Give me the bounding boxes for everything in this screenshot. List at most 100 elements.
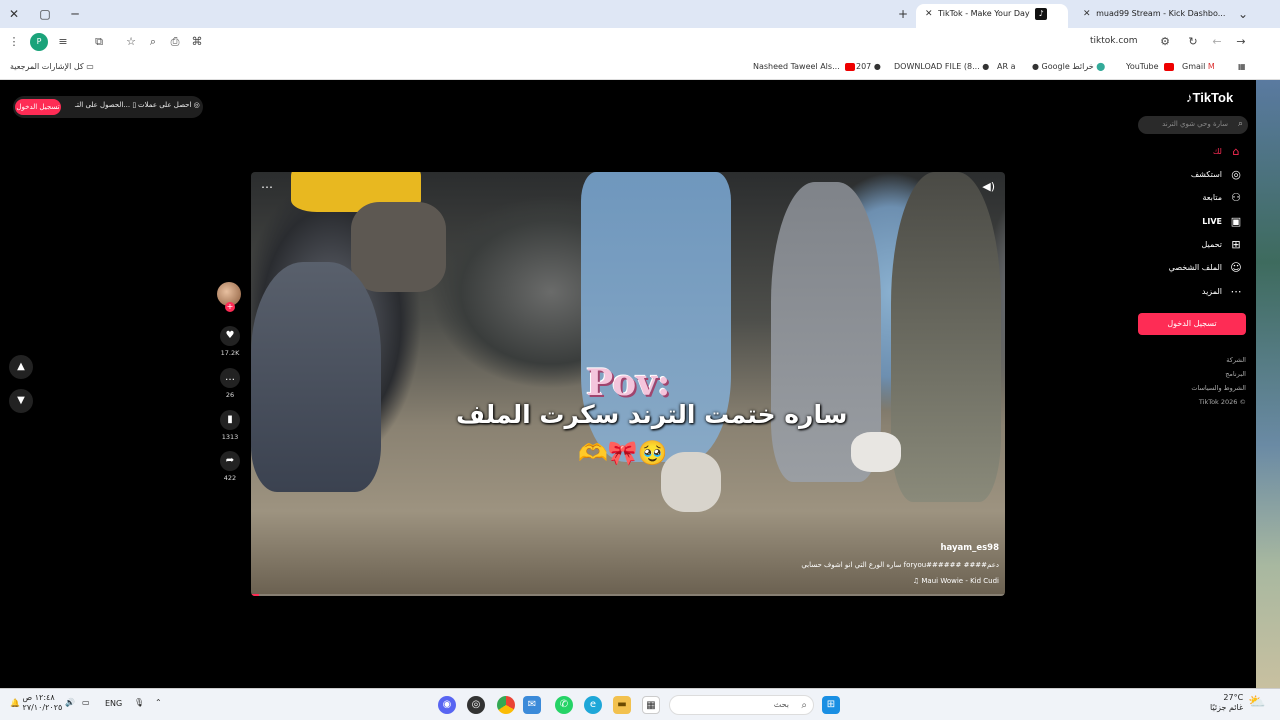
bookmark-207[interactable]: 207 ●: [856, 62, 881, 71]
nav-live[interactable]: LIVE ▣: [1130, 214, 1246, 232]
bookmark-nasheed[interactable]: Nasheed Taweel Als...: [753, 62, 856, 71]
share-count: 422: [223, 474, 237, 482]
video-progress-fill: [251, 594, 259, 596]
extensions-icon[interactable]: ⧉: [90, 33, 108, 51]
tab-tiktok[interactable]: ✕ TikTok - Make Your Day ♪: [916, 4, 1068, 28]
footer-program-link[interactable]: البرنامج: [1225, 370, 1246, 378]
whatsapp-icon[interactable]: ✆: [555, 696, 573, 714]
bookmark-gmail[interactable]: Gmail M: [1182, 62, 1215, 71]
all-bookmarks[interactable]: كل الإشارات المرجعية ▭: [10, 62, 94, 71]
language-indicator[interactable]: ENG: [105, 699, 122, 708]
volume-icon[interactable]: ◀): [982, 180, 995, 193]
heart-icon[interactable]: ♥: [220, 326, 240, 346]
store-icon[interactable]: ▦: [642, 696, 660, 714]
menu-icon[interactable]: ⋮: [5, 33, 23, 51]
video-author[interactable]: hayam_es98: [940, 543, 999, 553]
search-icon[interactable]: ⌕: [1238, 119, 1243, 129]
zoom-icon[interactable]: ⌕: [144, 33, 162, 51]
site-settings-icon[interactable]: ⚙: [1156, 33, 1174, 51]
footer-copyright: TikTok 2026 ©: [1198, 398, 1246, 406]
share-icon[interactable]: ➦: [220, 451, 240, 471]
network-tray-icon[interactable]: ▭: [82, 698, 90, 707]
share-action[interactable]: ➦ 422: [215, 451, 245, 482]
reload-icon[interactable]: ↻: [1184, 33, 1202, 51]
close-tab-icon[interactable]: ✕: [1083, 4, 1091, 24]
address-bar[interactable]: tiktok.com: [1090, 36, 1138, 46]
close-tab-icon[interactable]: ✕: [925, 4, 933, 24]
taskbar-search[interactable]: بحث ⌕: [669, 695, 814, 715]
bookmark-google-maps[interactable]: ● Google خرائط ⬤: [1032, 62, 1105, 71]
tab-search-button[interactable]: ⌄: [1232, 4, 1254, 24]
search-placeholder: سارة وحي شوي الترند: [1162, 120, 1228, 128]
globe-icon: ●: [982, 62, 990, 71]
maps-pin-icon: ⬤: [1096, 62, 1106, 71]
back-icon[interactable]: →: [1232, 33, 1250, 51]
apps-icon[interactable]: ▦: [1238, 62, 1246, 71]
signup-small-button[interactable]: تسجيل الدخول: [15, 99, 61, 115]
previous-video-button[interactable]: ▲: [9, 355, 33, 379]
clock-time: ١٢:٤٨ ص: [22, 693, 55, 702]
gmail-icon: M: [1207, 62, 1215, 71]
footer-terms-link[interactable]: الشروط والسياسات: [1191, 384, 1246, 392]
install-app-icon[interactable]: ⎙: [166, 33, 184, 51]
tab-kick[interactable]: ✕ muad99 Stream - Kick Dashbo... K: [1074, 4, 1226, 28]
nav-for-you[interactable]: لك ⌂: [1130, 144, 1246, 162]
get-app-button[interactable]: الحصول على التـ... ▯: [75, 101, 136, 109]
upload-icon: ⊞: [1231, 238, 1241, 251]
folder-icon: ▭: [86, 62, 94, 71]
microphone-icon[interactable]: 🎙: [134, 698, 144, 707]
bookmark-youtube[interactable]: YouTube: [1126, 62, 1175, 71]
follow-plus-icon[interactable]: +: [225, 302, 235, 312]
forward-icon[interactable]: ←: [1208, 33, 1226, 51]
weather-widget[interactable]: 27°C غائم جزئيًا: [1210, 693, 1243, 713]
start-windows-icon[interactable]: ⊞: [822, 696, 840, 714]
maximize-window-button[interactable]: ▢: [34, 4, 56, 24]
home-icon: ⌂: [1232, 145, 1240, 158]
browser-tab-bar: ✕ ▢ ─ + ✕ TikTok - Make Your Day ♪ ✕ mua…: [0, 0, 1280, 28]
like-action[interactable]: ♥ 17.2K: [215, 326, 245, 357]
video-progress-bar[interactable]: [251, 594, 1005, 596]
edge-icon[interactable]: e: [584, 696, 602, 714]
search-input[interactable]: سارة وحي شوي الترند ⌕: [1138, 116, 1248, 134]
nav-following[interactable]: متابعة ⚇: [1130, 190, 1246, 208]
nav-upload[interactable]: تحميل ⊞: [1130, 237, 1246, 255]
compass-icon: ◎: [1231, 168, 1241, 181]
video-frame-detail: [851, 432, 901, 472]
nav-profile[interactable]: الملف الشخصي ☺: [1130, 260, 1246, 278]
bookmark-ar[interactable]: AR a: [997, 62, 1015, 71]
tiktok-logo[interactable]: ♪TikTok: [1186, 90, 1233, 105]
minimize-window-button[interactable]: ─: [64, 4, 86, 24]
login-button[interactable]: تسجيل الدخول: [1138, 313, 1246, 335]
tab-groups-icon[interactable]: ≡: [54, 33, 72, 51]
video-more-options-icon[interactable]: ⋯: [261, 180, 273, 194]
close-window-button[interactable]: ✕: [3, 4, 25, 24]
comment-count: 26: [225, 391, 235, 399]
nav-more[interactable]: المزيد ⋯: [1130, 284, 1246, 302]
volume-tray-icon[interactable]: 🔊: [65, 698, 75, 707]
discord-icon[interactable]: ◉: [438, 696, 456, 714]
file-explorer-icon[interactable]: ▬: [613, 696, 631, 714]
chat-app-icon[interactable]: ✉: [523, 696, 541, 714]
profile-avatar-icon[interactable]: P: [30, 33, 48, 51]
obs-icon[interactable]: ◎: [467, 696, 485, 714]
video-music[interactable]: ♫ Maui Wowie - Kid Cudi: [913, 577, 999, 585]
translate-icon[interactable]: ⌘: [188, 33, 206, 51]
comment-icon[interactable]: …: [220, 368, 240, 388]
get-coins-button[interactable]: احصل على عملات ◎: [138, 101, 200, 109]
new-tab-button[interactable]: +: [892, 4, 914, 24]
clock[interactable]: 🔔 ١٢:٤٨ ص ٢٧/١٠/٢٠٢٥: [10, 693, 62, 713]
chrome-icon[interactable]: [497, 696, 515, 714]
top-actions: تسجيل الدخول الحصول على التـ... ▯ احصل ع…: [13, 96, 203, 118]
bookmark-icon[interactable]: ▮: [220, 410, 240, 430]
save-action[interactable]: ▮ 1313: [215, 410, 245, 441]
comment-action[interactable]: … 26: [215, 368, 245, 399]
bookmark-star-icon[interactable]: ☆: [122, 33, 140, 51]
bookmark-download[interactable]: DOWNLOAD FILE (8... ●: [894, 62, 989, 71]
nav-explore[interactable]: استكشف ◎: [1130, 167, 1246, 185]
show-hidden-icons-icon[interactable]: ⌃: [155, 698, 162, 707]
video-player[interactable]: ⋯ ◀) Pov: ساره ختمت الترند سكرت الملف 🫶🎀…: [251, 172, 1005, 596]
tiktok-favicon-icon: ♪: [1035, 7, 1048, 20]
next-video-button[interactable]: ▼: [9, 389, 33, 413]
footer-company-link[interactable]: الشركة: [1226, 356, 1246, 364]
notification-bell-icon: 🔔: [10, 698, 20, 708]
